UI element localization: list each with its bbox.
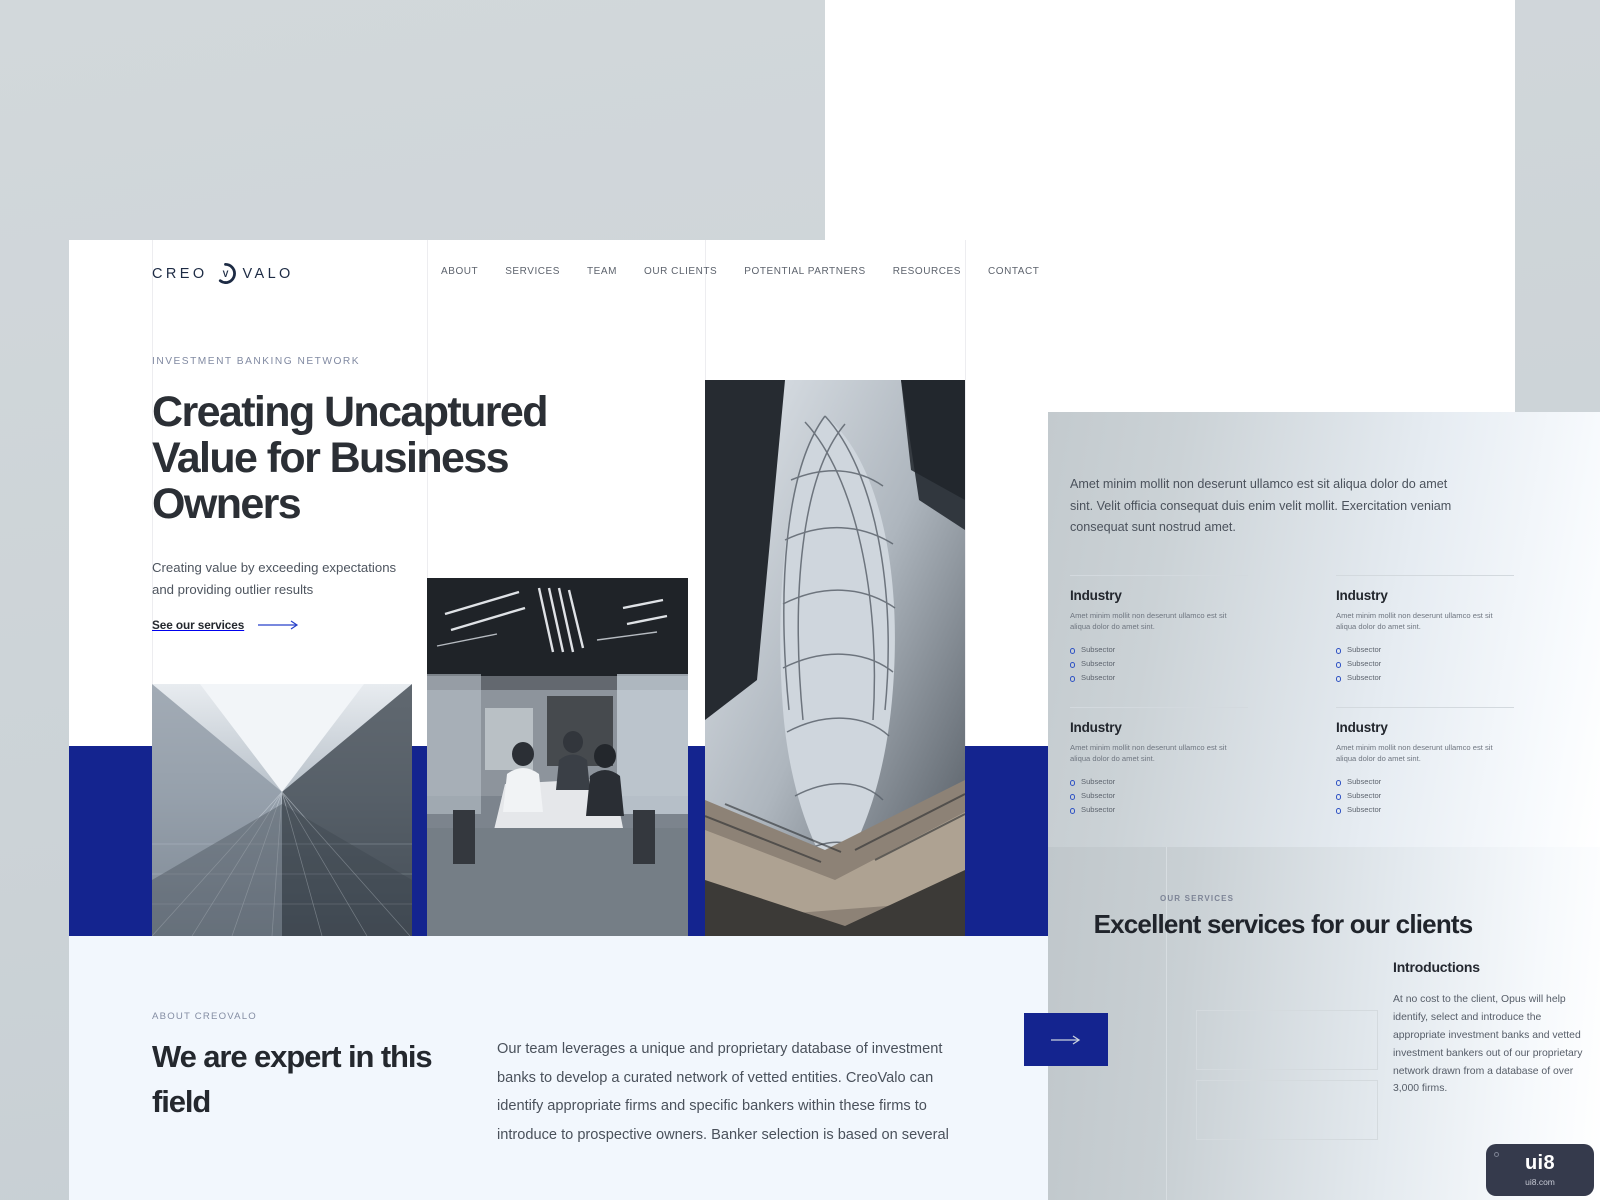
- brand-word-right: VALO: [242, 265, 294, 282]
- industry-cell: Industry Amet minim mollit non deserunt …: [1336, 574, 1514, 707]
- industry-cell: Industry Amet minim mollit non deserunt …: [1070, 574, 1248, 707]
- industry-cell-desc: Amet minim mollit non deserunt ullamco e…: [1336, 742, 1493, 764]
- subsector-item[interactable]: Subsector: [1070, 775, 1248, 789]
- services-eyebrow: OUR SERVICES: [1160, 894, 1235, 903]
- subsector-item[interactable]: Subsector: [1336, 671, 1514, 685]
- cta-label: See our services: [152, 618, 245, 632]
- industry-grid: Industry Amet minim mollit non deserunt …: [1070, 574, 1580, 839]
- industry-cell-desc: Amet minim mollit non deserunt ullamco e…: [1336, 610, 1493, 632]
- services-placeholder-card[interactable]: [1196, 1010, 1378, 1070]
- watermark-url: ui8.com: [1525, 1177, 1555, 1187]
- nav-item-potential-partners[interactable]: POTENTIAL PARTNERS: [744, 266, 865, 277]
- subsector-item[interactable]: Subsector: [1070, 657, 1248, 671]
- subsector-item[interactable]: Subsector: [1336, 803, 1514, 817]
- arrow-right-icon: [1051, 1034, 1081, 1045]
- subsector-item[interactable]: Subsector: [1336, 775, 1514, 789]
- brand-logo[interactable]: CREO V VALO: [152, 263, 294, 285]
- industry-cell-title: Industry: [1070, 719, 1122, 735]
- watermark-dot-icon: [1494, 1152, 1499, 1157]
- svg-text:V: V: [222, 269, 228, 279]
- main-nav: ABOUT SERVICES TEAM OUR CLIENTS POTENTIA…: [441, 266, 1039, 277]
- ui8-watermark: ui8 ui8.com: [1486, 1144, 1594, 1196]
- nav-item-team[interactable]: TEAM: [587, 266, 617, 277]
- nav-item-services[interactable]: SERVICES: [505, 266, 560, 277]
- industry-cell-title: Industry: [1070, 587, 1122, 603]
- subsector-item[interactable]: Subsector: [1070, 789, 1248, 803]
- grid-line: [965, 240, 966, 746]
- about-eyebrow: ABOUT CREOVALO: [152, 1011, 257, 1022]
- subsector-item[interactable]: Subsector: [1070, 671, 1248, 685]
- arrow-right-icon: [258, 620, 299, 630]
- industry-cell: Industry Amet minim mollit non deserunt …: [1070, 706, 1248, 839]
- nav-item-contact[interactable]: CONTACT: [988, 266, 1039, 277]
- about-body: Our team leverages a unique and propriet…: [497, 1041, 949, 1144]
- industry-cell-title: Industry: [1336, 587, 1388, 603]
- screenshot-stage: OUR COVERAGE Around the U.S. and the Glo…: [0, 0, 1600, 1200]
- subsector-item[interactable]: Subsector: [1336, 657, 1514, 671]
- subsector-item[interactable]: Subsector: [1070, 803, 1248, 817]
- open-office-meeting-photo: [427, 578, 688, 936]
- nav-item-our-clients[interactable]: OUR CLIENTS: [644, 266, 717, 277]
- industry-panel: Amet minim mollit non deserunt ullamco e…: [1048, 412, 1600, 847]
- watermark-text: ui8: [1524, 1152, 1556, 1174]
- creovalo-circle-v-mark: V: [215, 263, 236, 285]
- hero-subtitle: Creating value by exceeding expectations…: [152, 560, 397, 597]
- hero-eyebrow: INVESTMENT BANKING NETWORK: [152, 356, 361, 367]
- about-title: We are expert in this field: [152, 1039, 433, 1119]
- industry-cell-title: Industry: [1336, 719, 1388, 735]
- industry-cell-desc: Amet minim mollit non deserunt ullamco e…: [1070, 742, 1227, 764]
- services-detail-body: At no cost to the client, Opus will help…: [1393, 994, 1583, 1095]
- subsector-item[interactable]: Subsector: [1336, 643, 1514, 657]
- hero-copy: INVESTMENT BANKING NETWORK Creating Unca…: [152, 356, 622, 601]
- nav-item-about[interactable]: ABOUT: [441, 266, 478, 277]
- page-title: Creating Uncaptured Value for Business O…: [152, 388, 548, 528]
- industry-cell-desc: Amet minim mollit non deserunt ullamco e…: [1070, 610, 1227, 632]
- gherkin-tower-facade-photo: [705, 380, 965, 936]
- brand-word-left: CREO: [152, 265, 208, 282]
- services-detail-title: Introductions: [1393, 959, 1480, 975]
- see-our-services-link[interactable]: See our services: [152, 618, 300, 632]
- subsector-item[interactable]: Subsector: [1070, 643, 1248, 657]
- skyscraper-looking-up-photo: [152, 684, 412, 936]
- nav-item-resources[interactable]: RESOURCES: [893, 266, 961, 277]
- services-detail: Introductions At no cost to the client, …: [1393, 959, 1588, 1098]
- services-title: Excellent services for our clients: [1093, 909, 1474, 939]
- industry-cell: Industry Amet minim mollit non deserunt …: [1336, 706, 1514, 839]
- services-next-button[interactable]: [1024, 1013, 1108, 1066]
- industry-lead: Amet minim mollit non deserunt ullamco e…: [1070, 477, 1452, 535]
- services-placeholder-card[interactable]: [1196, 1080, 1378, 1140]
- subsector-item[interactable]: Subsector: [1336, 789, 1514, 803]
